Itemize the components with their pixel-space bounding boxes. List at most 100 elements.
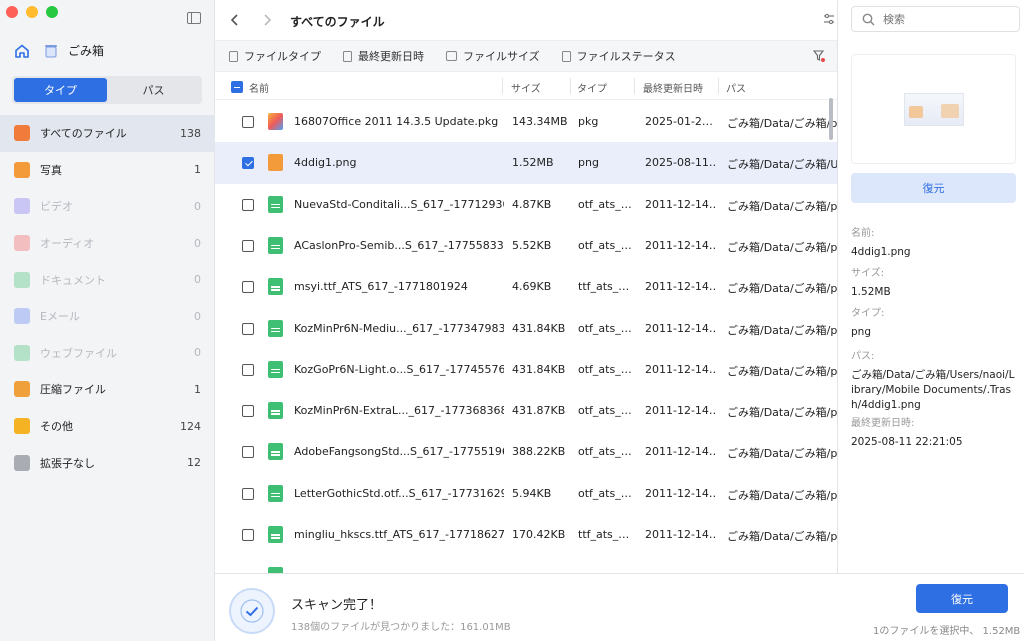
sidebar-category[interactable]: すべてのファイル 138 — [0, 115, 215, 152]
document-file-icon — [268, 402, 283, 420]
category-label: 圧縮ファイル — [40, 383, 106, 397]
filter-file-size[interactable]: ファイルサイズ — [446, 48, 540, 64]
filter-label: ファイルサイズ — [463, 50, 540, 63]
table-row[interactable]: AdobeFangsongStd...S_617_-1775519658 388.… — [215, 431, 837, 472]
segment-path[interactable]: パス — [107, 78, 200, 102]
close-window-button[interactable] — [6, 6, 18, 18]
adjustments-icon[interactable] — [823, 13, 835, 26]
cell-date: 2025-08-11… — [645, 156, 717, 170]
table-row[interactable]: KozMinPr6N-ExtraL..._617_-1773683682 431.… — [215, 390, 837, 431]
filter-label: ファイルステータス — [576, 50, 676, 63]
cell-type: ttf_ats_… — [578, 280, 630, 294]
column-header-type[interactable]: タイプ — [577, 80, 607, 95]
other-icon — [14, 418, 30, 435]
cell-date: 2011-12-14… — [645, 486, 717, 500]
filter-file-type[interactable]: ファイルタイプ — [229, 48, 321, 64]
main-pane: すべてのファイル ファイルタイプ 最終更新日時 ファイルサイズ ファイルステータ… — [215, 0, 837, 641]
table-row[interactable]: KozGoPr6N-Light.o...S_617_-1774557643 431… — [215, 349, 837, 390]
sidebar-category[interactable]: その他 124 — [0, 408, 215, 445]
segment-type[interactable]: タイプ — [14, 78, 107, 102]
column-header-name[interactable]: 名前 — [249, 80, 269, 95]
cell-size: 170.42KB — [512, 528, 566, 541]
column-header-date[interactable]: 最終更新日時 — [643, 80, 703, 95]
cell-date: 2011-12-14… — [645, 238, 717, 252]
scan-status-title: スキャン完了！ — [291, 598, 383, 613]
sidebar-toggle-icon[interactable] — [187, 12, 201, 24]
document-file-icon — [268, 484, 283, 502]
table-row[interactable]: 16807Office 2011 14.3.5 Update.pkg 143.34… — [215, 101, 837, 142]
cell-path: ごみ箱/Data/ごみ箱/pri — [727, 282, 837, 296]
cell-size: 5.94KB — [512, 486, 552, 500]
home-icon[interactable] — [14, 43, 30, 59]
detail-date: 最終更新日時: 2025-08-11 22:21:05 — [851, 414, 1016, 450]
preview-recover-button[interactable]: 復元 — [851, 173, 1016, 203]
sidebar-category[interactable]: ウェブファイル 0 — [0, 335, 215, 372]
sidebar-category[interactable]: 写真 1 — [0, 152, 215, 189]
cell-size: 4.87KB — [512, 197, 552, 211]
row-checkbox[interactable] — [242, 487, 254, 500]
zoom-window-button[interactable] — [46, 6, 58, 18]
row-checkbox[interactable] — [242, 116, 254, 128]
row-checkbox[interactable] — [242, 198, 254, 211]
forward-arrow-icon[interactable] — [261, 13, 273, 27]
cell-path: ごみ箱/Data/ごみ箱/pri — [727, 240, 837, 254]
table-row[interactable]: KozMinPr6N-Mediu..._617_-1773479837 431.8… — [215, 308, 837, 349]
table-row[interactable]: LetterGothicStd.otf...S_617_-1773162949 5… — [215, 473, 837, 514]
category-count: 0 — [194, 236, 201, 250]
table-row[interactable]: NuevaStd-Conditali...S_617_-1771293012 4.… — [215, 184, 837, 225]
row-checkbox[interactable] — [242, 239, 254, 252]
row-checkbox[interactable] — [242, 446, 254, 459]
details-panel: 復元 名前: 4ddig1.png サイズ: 1.52MB タイプ: png パ… — [837, 0, 1024, 573]
cell-path: ごみ箱/Data/ごみ箱/Us — [727, 158, 837, 172]
sidebar-category[interactable]: Eメール 0 — [0, 298, 215, 335]
column-header-path[interactable]: パス — [726, 80, 746, 95]
search-input[interactable] — [883, 12, 1003, 26]
row-checkbox[interactable] — [242, 281, 254, 294]
scan-status-summary: 138個のファイルが見つかりました：161.01MB — [291, 622, 511, 633]
row-checkbox[interactable] — [242, 363, 254, 376]
document-file-icon — [268, 236, 283, 254]
sidebar-category[interactable]: 圧縮ファイル 1 — [0, 371, 215, 408]
column-header-size[interactable]: サイズ — [511, 80, 541, 95]
cell-size: 431.87KB — [512, 404, 566, 418]
sidebar-category[interactable]: 拡張子なし 12 — [0, 444, 215, 481]
row-checkbox[interactable] — [242, 405, 254, 418]
table-row[interactable]: 4ddig1.png 1.52MB png 2025-08-11… ごみ箱/Data/ご… — [215, 142, 837, 184]
cell-type: otf_ats_… — [578, 362, 632, 376]
cell-type: otf_ats_… — [578, 404, 632, 418]
cell-name: ACaslonPro-Semib...S_617_-1775583399 — [294, 238, 504, 252]
row-checkbox[interactable] — [242, 529, 254, 541]
calendar-icon — [446, 51, 457, 61]
filter-modified-date[interactable]: 最終更新日時 — [343, 48, 424, 64]
file-type-icon — [229, 50, 238, 62]
select-all-checkbox[interactable] — [231, 81, 243, 93]
status-footer: スキャン完了！ 138個のファイルが見つかりました：161.01MB 復元 1の… — [215, 573, 1024, 641]
row-checkbox[interactable] — [242, 322, 254, 335]
table-row[interactable]: msyi.ttf_ATS_617_-1771801924 4.69KB ttf_at… — [215, 266, 837, 307]
cell-name: 16807Office 2011 14.3.5 Update.pkg — [294, 115, 499, 128]
table-row[interactable] — [215, 555, 837, 573]
recover-button[interactable]: 復元 — [916, 584, 1008, 613]
sidebar-category[interactable]: ビデオ 0 — [0, 188, 215, 225]
row-checkbox[interactable] — [242, 157, 254, 170]
file-preview — [851, 54, 1016, 164]
table-row[interactable]: ACaslonPro-Semib...S_617_-1775583399 5.52… — [215, 225, 837, 266]
cell-name: 4ddig1.png — [294, 156, 357, 170]
cell-type: ttf_ats_… — [578, 528, 630, 541]
cell-date: 2011-12-14… — [645, 362, 717, 376]
clear-filter-icon[interactable] — [813, 50, 825, 62]
category-label: Eメール — [40, 310, 80, 324]
minimize-window-button[interactable] — [26, 6, 38, 18]
cell-name: msyi.ttf_ATS_617_-1771801924 — [294, 280, 468, 294]
cell-type: otf_ats_… — [578, 321, 632, 335]
location-label: ごみ箱 — [68, 44, 105, 58]
preview-thumbnail — [903, 92, 964, 126]
back-arrow-icon[interactable] — [229, 13, 241, 27]
scrollbar-thumb[interactable] — [829, 98, 833, 140]
table-row[interactable]: mingliu_hkscs.ttf_ATS_617_-1771862718 170… — [215, 514, 837, 555]
sidebar: ごみ箱 タイプ パス すべてのファイル 138 写真 1 ビデオ 0 オーディオ 0 ドキュメン… — [0, 0, 215, 641]
filter-file-status[interactable]: ファイルステータス — [561, 48, 676, 64]
sidebar-category[interactable]: オーディオ 0 — [0, 225, 215, 262]
sidebar-category[interactable]: ドキュメント 0 — [0, 261, 215, 298]
cell-date: 2011-12-14… — [645, 197, 717, 211]
